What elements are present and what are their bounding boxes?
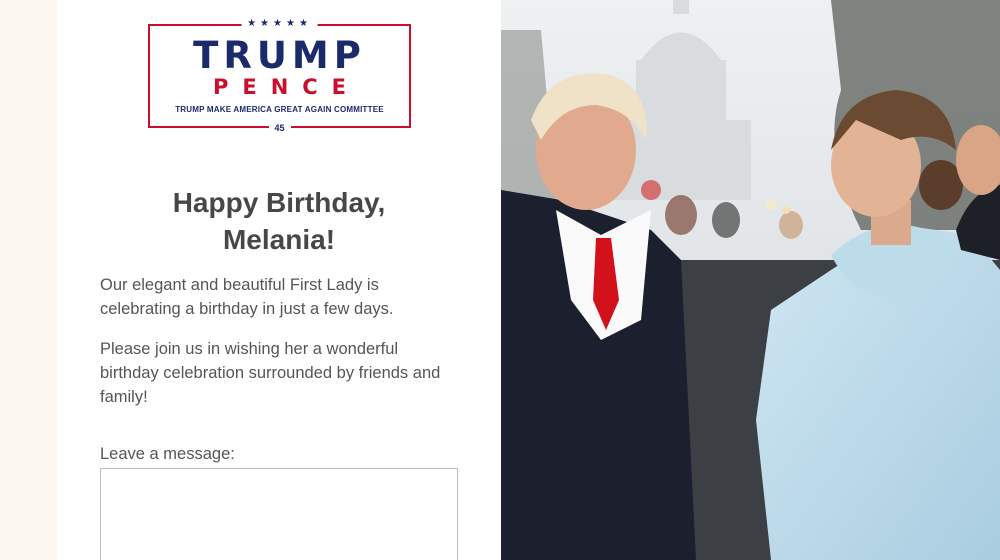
page-title: Happy Birthday, Melania! <box>100 184 458 258</box>
hero-photo-illustration <box>501 0 1000 560</box>
page-title-line2: Melania! <box>222 224 336 255</box>
message-textarea[interactable] <box>100 468 458 560</box>
logo-pence-text: PENCE <box>212 75 361 99</box>
page-title-line1: Happy Birthday, <box>172 187 386 218</box>
intro-paragraph: Our elegant and beautiful First Lady is … <box>100 276 394 318</box>
logo-trump-text: TRUMP <box>193 34 366 77</box>
logo-tagline: TRUMP MAKE AMERICA GREAT AGAIN COMMITTEE <box>175 105 384 114</box>
trump-pence-logo: ★★★★★ TRUMP PENCE TRUMP MAKE AMERICA GRE… <box>148 17 411 135</box>
logo-stars-icon: ★★★★★ <box>241 17 318 31</box>
left-margin <box>0 0 57 560</box>
message-label: Leave a message: <box>100 445 235 463</box>
hero-photo <box>501 0 1000 560</box>
logo-number: 45 <box>268 121 291 135</box>
page: ★★★★★ TRUMP PENCE TRUMP MAKE AMERICA GRE… <box>0 0 1000 560</box>
content-panel: ★★★★★ TRUMP PENCE TRUMP MAKE AMERICA GRE… <box>57 0 501 560</box>
wish-paragraph: Please join us in wishing her a wonderfu… <box>100 340 441 406</box>
